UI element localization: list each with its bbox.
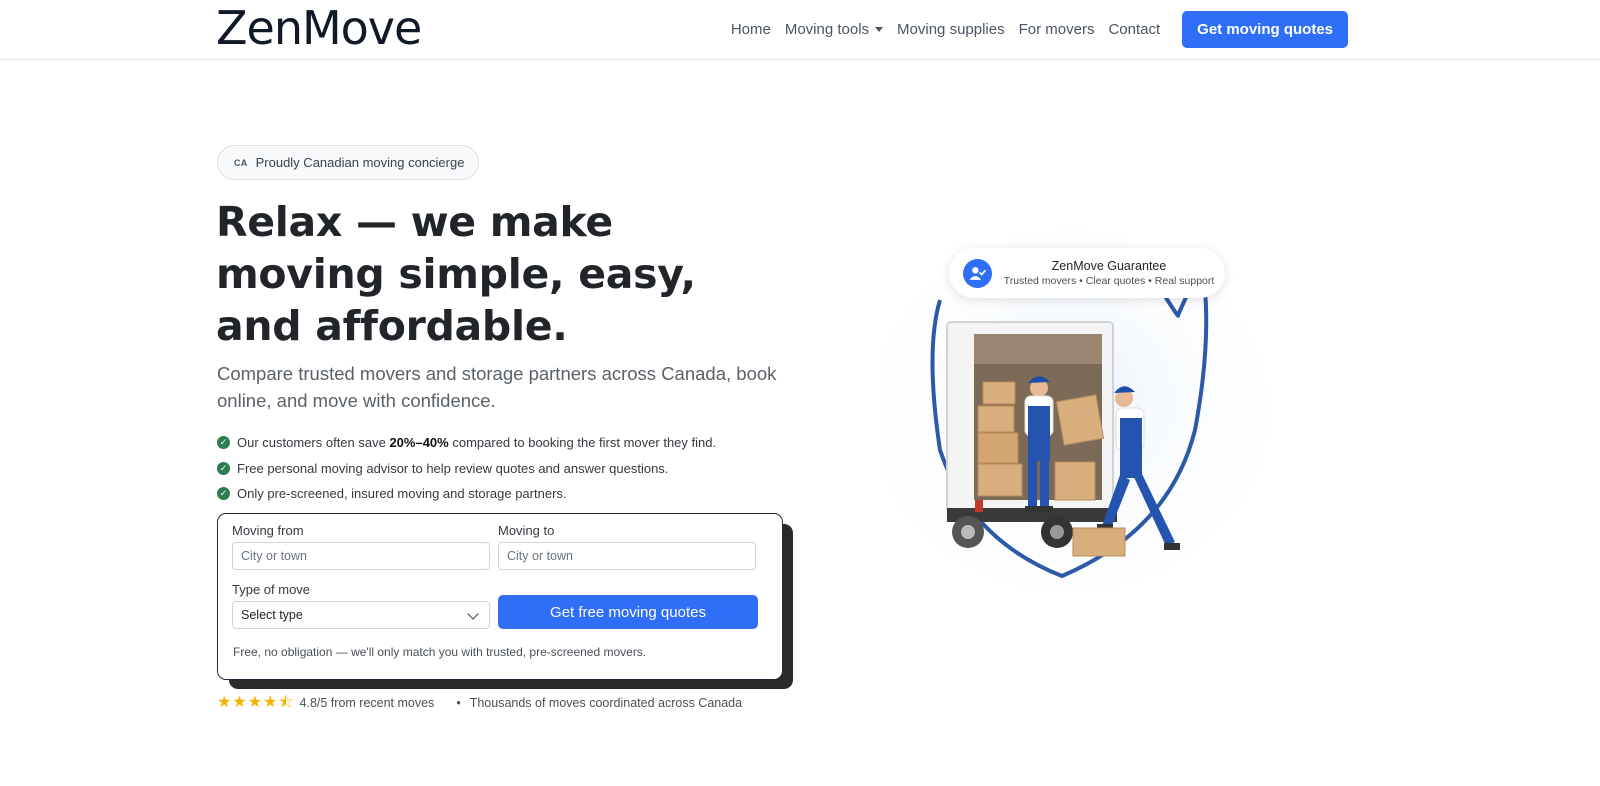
navbar: ZenMove Home Moving tools Moving supplie…: [0, 0, 1600, 60]
nav-links: Home Moving tools Moving supplies For mo…: [731, 11, 1348, 48]
form-note: Free, no obligation — we'll only match y…: [233, 645, 647, 659]
star-icon: ★: [217, 694, 232, 711]
check-circle-icon: ✓: [217, 461, 230, 475]
brand-logo[interactable]: ZenMove: [216, 2, 422, 54]
canadian-badge: CA Proudly Canadian moving concierge: [217, 145, 480, 180]
moves-text: Thousands of moves coordinated across Ca…: [469, 696, 743, 710]
country-code: CA: [234, 157, 248, 168]
star-rating: ★ ★ ★ ★ ⯪: [217, 695, 295, 711]
rating-separator: •: [456, 696, 461, 710]
user-check-icon: [963, 258, 992, 288]
rating-text: 4.8/5 from recent moves: [299, 696, 435, 710]
benefit-item: ✓ Our customers often save 20%–40% compa…: [217, 430, 716, 456]
nav-moving-tools-label: Moving tools: [784, 21, 870, 38]
nav-for-movers[interactable]: For movers: [1019, 11, 1095, 48]
moving-from-label: Moving from: [232, 523, 304, 538]
star-icon: ★: [232, 694, 247, 711]
benefit-item: ✓ Only pre-screened, insured moving and …: [217, 481, 716, 507]
check-circle-icon: ✓: [217, 436, 230, 450]
benefit-text: Free personal moving advisor to help rev…: [237, 460, 669, 476]
rating-row: ★ ★ ★ ★ ⯪ 4.8/5 from recent moves • Thou…: [217, 695, 742, 711]
get-moving-quotes-button[interactable]: Get moving quotes: [1182, 11, 1348, 48]
type-selected-value: Select type: [241, 608, 303, 622]
get-free-quotes-button[interactable]: Get free moving quotes: [498, 595, 758, 629]
quote-form: Moving from City or town Moving to City …: [217, 513, 783, 680]
guarantee-subtitle: Trusted movers • Clear quotes • Real sup…: [1003, 274, 1215, 287]
guarantee-title: ZenMove Guarantee: [1051, 258, 1167, 273]
nav-moving-supplies[interactable]: Moving supplies: [897, 11, 1005, 48]
badge-text: Proudly Canadian moving concierge: [255, 155, 465, 170]
moving-to-label: Moving to: [498, 523, 555, 538]
user-check-icon-glyph: [969, 266, 986, 280]
benefit-text-post: compared to booking the first mover they…: [448, 435, 717, 451]
moving-to-input[interactable]: City or town: [498, 542, 756, 570]
moving-from-input[interactable]: City or town: [232, 542, 490, 570]
benefit-savings: 20%–40%: [389, 435, 449, 451]
guarantee-card: ZenMove Guarantee Trusted movers • Clear…: [949, 248, 1225, 298]
guarantee-text: ZenMove Guarantee Trusted movers • Clear…: [999, 258, 1219, 289]
nav-moving-tools[interactable]: Moving tools: [784, 11, 884, 48]
benefit-text-pre: Our customers often save: [237, 435, 390, 451]
hero-headline: Relax — we make moving simple, easy, and…: [216, 198, 696, 350]
hero-lead: Compare trusted movers and storage partn…: [217, 363, 777, 411]
type-of-move-label: Type of move: [232, 582, 311, 597]
check-circle-icon: ✓: [217, 487, 230, 501]
star-half-icon: ⯪: [278, 694, 294, 711]
caret-down-icon: [875, 27, 884, 32]
chevron-down-icon: [467, 608, 479, 620]
star-icon: ★: [263, 694, 278, 711]
benefit-item: ✓ Free personal moving advisor to help r…: [217, 456, 716, 482]
benefit-text: Our customers often save 20%–40% compare…: [237, 435, 716, 450]
benefit-list: ✓ Our customers often save 20%–40% compa…: [217, 430, 716, 507]
nav-contact[interactable]: Contact: [1108, 11, 1160, 48]
nav-home[interactable]: Home: [731, 11, 771, 48]
type-of-move-select[interactable]: Select type: [232, 601, 490, 629]
star-icon: ★: [247, 694, 263, 711]
benefit-text: Only pre-screened, insured moving and st…: [237, 486, 567, 502]
